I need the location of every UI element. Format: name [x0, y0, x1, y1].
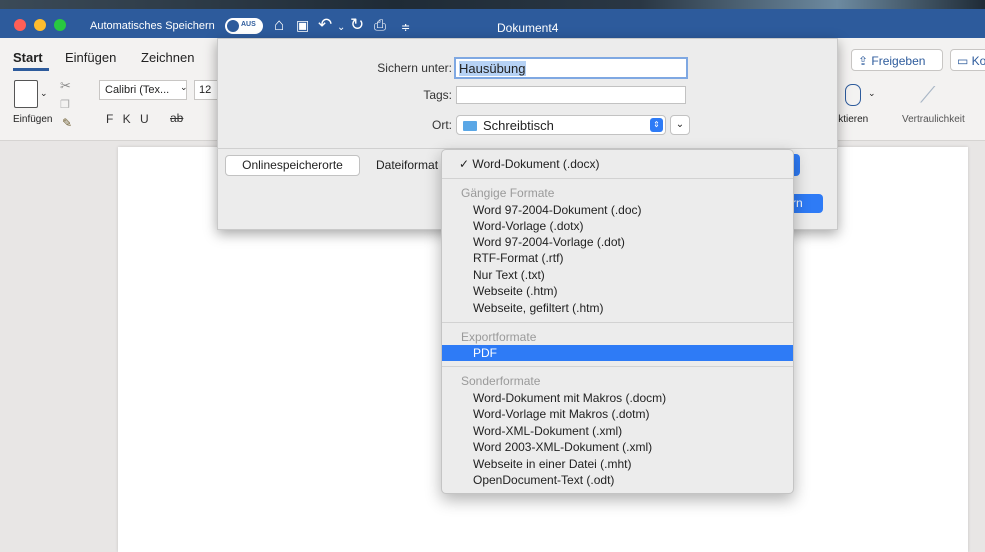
font-size-select[interactable]: 12 — [194, 80, 218, 100]
menu-item[interactable]: Word-Vorlage (.dotx) — [442, 218, 793, 234]
menu-item[interactable]: RTF-Format (.rtf) — [442, 250, 793, 266]
sensitivity-icon[interactable]: ⟋ — [920, 82, 935, 108]
expand-dialog-button[interactable]: ⌄ — [670, 115, 690, 135]
menu-item-label: Word-Dokument (.docx) — [472, 157, 600, 171]
menu-item[interactable]: Word-Vorlage mit Makros (.dotm) — [442, 406, 793, 422]
save-as-value: Hausübung — [459, 61, 526, 76]
select-arrows-icon: ⇕ — [650, 118, 663, 132]
customize-icon[interactable]: ≑ — [401, 21, 410, 34]
menu-item-pdf[interactable]: PDF — [442, 345, 793, 361]
comments-label: Ko — [971, 54, 985, 68]
share-button[interactable]: ⇪ Freigeben — [851, 49, 943, 71]
menu-item[interactable]: Webseite (.htm) — [442, 283, 793, 299]
menu-separator — [442, 322, 793, 323]
cut-icon[interactable]: ✂ — [60, 78, 71, 94]
dictate-dropdown-icon[interactable]: ⌄ — [868, 88, 876, 99]
redo-icon[interactable]: ↻ — [350, 15, 364, 35]
font-name-select[interactable]: Calibri (Tex... — [99, 80, 187, 100]
print-icon[interactable]: ⎙ — [374, 17, 386, 34]
paste-icon[interactable] — [14, 80, 38, 108]
share-icon: ⇪ — [858, 54, 872, 68]
home-icon[interactable]: ⌂ — [274, 15, 284, 35]
location-label: Ort: — [432, 118, 452, 132]
menu-item[interactable]: Word 2003-XML-Dokument (.xml) — [442, 439, 793, 455]
save-button[interactable]: rn — [790, 194, 823, 213]
active-tab-indicator — [13, 68, 49, 71]
menu-separator — [442, 366, 793, 367]
text-format-buttons[interactable]: F K U — [106, 112, 152, 126]
format-painter-icon[interactable]: ✎ — [62, 116, 72, 130]
paste-dropdown-icon[interactable]: ⌄ — [40, 88, 48, 99]
menu-item[interactable]: Webseite, gefiltert (.htm) — [442, 300, 793, 316]
undo-icon[interactable]: ↶ — [318, 15, 332, 35]
desktop-strip — [0, 0, 985, 9]
menu-separator — [442, 178, 793, 179]
menu-item[interactable]: Word-Dokument mit Makros (.docm) — [442, 390, 793, 406]
copy-icon[interactable]: ❐ — [60, 98, 70, 111]
microphone-icon[interactable] — [845, 84, 861, 106]
file-format-label: Dateiformat — [376, 158, 439, 172]
tab-draw[interactable]: Zeichnen — [141, 50, 194, 65]
zoom-window-button[interactable] — [54, 19, 66, 31]
undo-dropdown-icon[interactable]: ⌄ — [337, 22, 345, 33]
location-select[interactable]: Schreibtisch ⇕ — [456, 115, 666, 135]
menu-item[interactable]: Word 97-2004-Vorlage (.dot) — [442, 234, 793, 250]
checkmark-icon: ✓ — [459, 157, 473, 171]
online-locations-button[interactable]: Onlinespeicherorte — [225, 155, 360, 176]
tab-start[interactable]: Start — [13, 50, 43, 65]
minimize-window-button[interactable] — [34, 19, 46, 31]
paste-label: Einfügen — [13, 114, 53, 125]
comment-icon: ▭ — [957, 54, 972, 68]
menu-item[interactable]: Nur Text (.txt) — [442, 267, 793, 283]
save-as-field[interactable]: Hausübung — [454, 57, 688, 79]
menu-item[interactable]: Word-XML-Dokument (.xml) — [442, 423, 793, 439]
menu-header-common: Gängige Formate — [461, 186, 555, 200]
chevron-down-icon: ⌄ — [675, 119, 685, 130]
dictate-label: iktieren — [836, 114, 869, 125]
tab-insert[interactable]: Einfügen — [65, 50, 116, 65]
tags-field[interactable] — [456, 86, 686, 104]
document-title: Dokument4 — [497, 21, 559, 35]
file-format-menu: ✓ Word-Dokument (.docx) Gängige Formate … — [441, 149, 794, 494]
folder-icon — [463, 121, 477, 131]
menu-item-docx[interactable]: ✓ Word-Dokument (.docx) — [442, 156, 793, 172]
menu-header-special: Sonderformate — [461, 374, 541, 388]
share-label: Freigeben — [871, 54, 926, 68]
close-window-button[interactable] — [14, 19, 26, 31]
save-as-label: Sichern unter: — [377, 61, 452, 75]
menu-item[interactable]: OpenDocument-Text (.odt) — [442, 472, 793, 488]
sensitivity-label: Vertraulichkeit — [902, 114, 965, 125]
menu-item[interactable]: Word 97-2004-Dokument (.doc) — [442, 202, 793, 218]
autosave-toggle-state: AUS — [241, 21, 256, 28]
autosave-toggle[interactable]: AUS — [225, 18, 263, 34]
location-value: Schreibtisch — [483, 118, 554, 133]
save-icon[interactable]: ▣ — [296, 17, 309, 34]
menu-item[interactable]: Webseite in einer Datei (.mht) — [442, 456, 793, 472]
autosave-label: Automatisches Speichern — [90, 20, 215, 32]
comments-button[interactable]: ▭ Ko — [950, 49, 985, 71]
strikethrough-icon[interactable]: ab — [170, 111, 183, 125]
font-name-chevron-icon: ⌄ — [180, 82, 188, 92]
tags-label: Tags: — [423, 88, 452, 102]
menu-header-export: Exportformate — [461, 330, 537, 344]
